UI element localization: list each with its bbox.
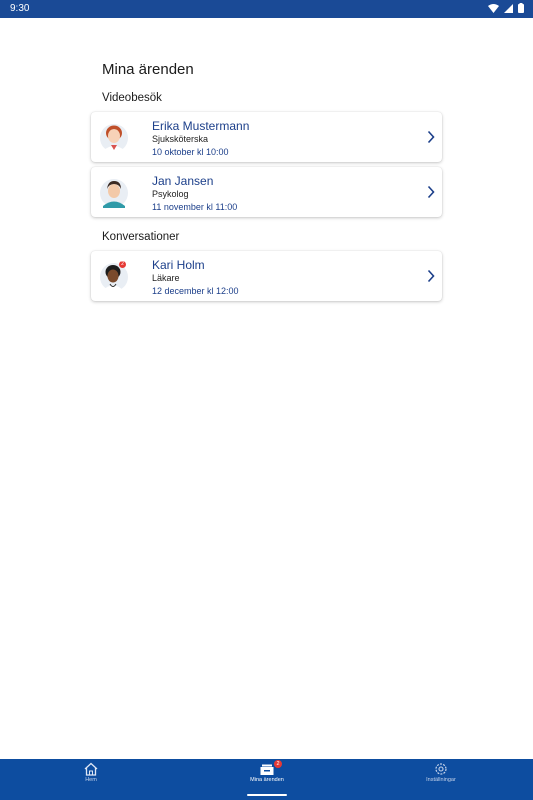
nav-label-settings: Inställningar [426, 777, 456, 783]
nav-active-indicator [247, 794, 287, 796]
case-card-erika-mustermann[interactable]: Erika Mustermann Sjuksköterska 10 oktobe… [91, 112, 442, 162]
unread-badge: 2 [119, 261, 126, 268]
avatar-erika-mustermann [100, 124, 128, 153]
case-date: 10 oktober kl 10:00 [152, 147, 229, 157]
status-time: 9:30 [10, 3, 30, 14]
avatar-jan-jansen [100, 179, 128, 208]
section-title-video: Videobesök [102, 92, 162, 104]
chevron-right-icon [427, 185, 435, 199]
bottom-navigation: Hem 2 Mina ärenden Inställningar [0, 759, 533, 800]
case-card-kari-holm[interactable]: 2 Kari Holm Läkare 12 december kl 12:00 [91, 251, 442, 301]
case-card-jan-jansen[interactable]: Jan Jansen Psykolog 11 november kl 11:00 [91, 167, 442, 217]
signal-icon [504, 3, 513, 13]
home-icon [84, 762, 98, 776]
nav-badge: 2 [274, 760, 282, 768]
chevron-right-icon [427, 269, 435, 283]
nav-label-home: Hem [85, 777, 97, 783]
inbox-icon [260, 764, 274, 775]
battery-icon [518, 3, 524, 13]
case-role: Psykolog [152, 189, 189, 199]
chevron-right-icon [427, 130, 435, 144]
case-role: Sjuksköterska [152, 134, 209, 144]
page-title: Mina ärenden [102, 61, 194, 78]
nav-label-cases: Mina ärenden [250, 777, 284, 783]
case-name: Erika Mustermann [152, 119, 250, 133]
wifi-icon [488, 3, 499, 13]
case-date: 12 december kl 12:00 [152, 286, 239, 296]
gear-icon [435, 763, 447, 775]
section-title-conversations: Konversationer [102, 231, 180, 243]
status-bar: 9:30 [0, 0, 533, 18]
case-name: Jan Jansen [152, 174, 214, 188]
status-icons [488, 3, 524, 13]
nav-item-settings[interactable]: Inställningar [396, 759, 486, 800]
case-date: 11 november kl 11:00 [152, 202, 238, 212]
nav-item-home[interactable]: Hem [46, 759, 136, 800]
case-role: Läkare [152, 273, 180, 283]
case-name: Kari Holm [152, 258, 205, 272]
